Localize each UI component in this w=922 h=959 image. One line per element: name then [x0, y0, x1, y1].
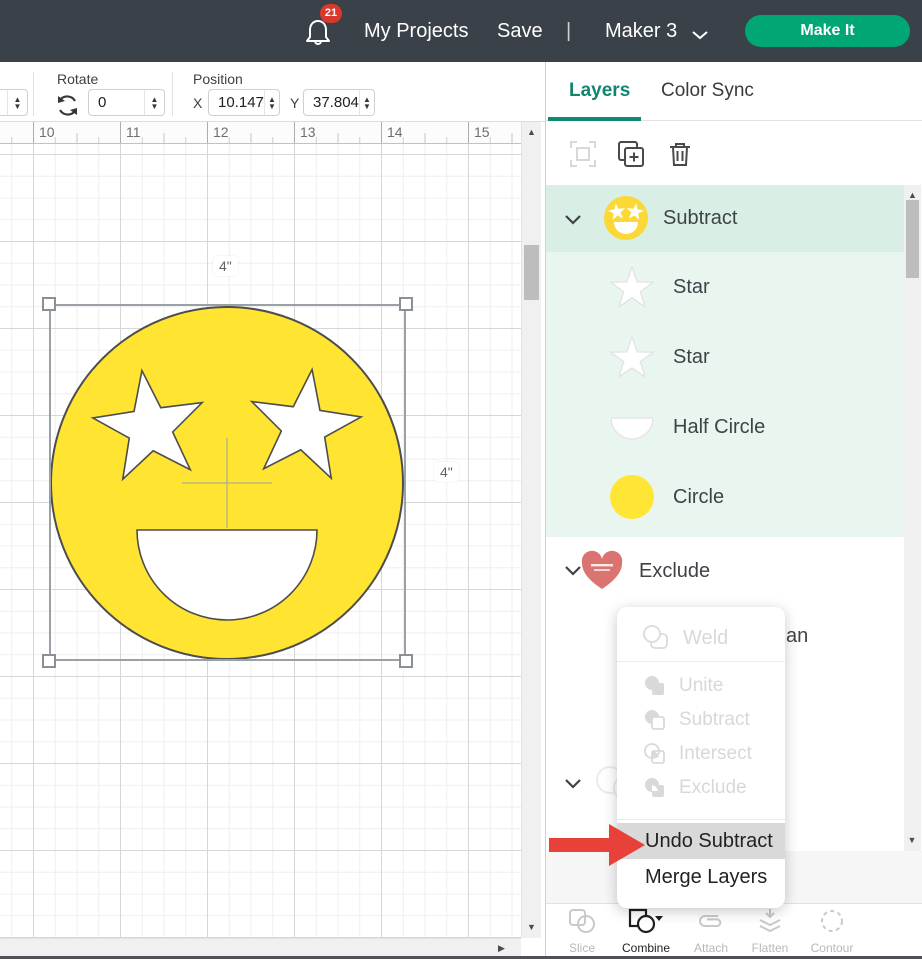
width-dimension-label: 4": [213, 256, 238, 276]
menu-item-subtract: Subtract: [617, 703, 785, 737]
nav-my-projects[interactable]: My Projects: [364, 0, 468, 62]
menu-divider: [617, 819, 785, 820]
attach-button[interactable]: Attach: [686, 908, 736, 955]
tab-layers[interactable]: Layers: [569, 80, 630, 102]
menu-item-exclude: Exclude: [617, 771, 785, 805]
scroll-right-arrow[interactable]: ▶: [498, 943, 505, 954]
menu-item-weld: Weld: [617, 615, 785, 661]
divider: [172, 72, 173, 116]
selection-handle-bottom-left[interactable]: [42, 654, 56, 668]
horizontal-ruler: 10 11 12 13 14 15: [0, 122, 521, 144]
subtract-children: Star Star Half Circle Circle: [546, 252, 904, 537]
menu-divider: [617, 661, 785, 662]
divider: [33, 72, 34, 116]
canvas-vertical-scrollbar[interactable]: ▲ ▼: [521, 122, 541, 938]
rotate-input[interactable]: 0 ▲▼: [88, 89, 165, 116]
selection-bounding-box[interactable]: [49, 304, 406, 661]
selection-handle-bottom-right[interactable]: [399, 654, 413, 668]
app-header: 21 My Projects Save | Maker 3 Make It: [0, 0, 922, 62]
position-y-input[interactable]: 37.804 ▲▼: [303, 89, 375, 116]
combine-dropdown-menu: Weld Unite Subtract Intersect Exclude Un…: [617, 607, 785, 908]
combine-button[interactable]: Combine: [618, 908, 674, 955]
rotate-icon[interactable]: [55, 93, 80, 123]
selection-handle-top-right[interactable]: [399, 297, 413, 311]
menu-item-intersect: Intersect: [617, 737, 785, 771]
partial-stepper-input[interactable]: ▲▼: [0, 89, 28, 116]
group-select-icon[interactable]: [569, 140, 597, 173]
layer-row-half-circle[interactable]: Half Circle: [546, 392, 904, 462]
menu-item-merge-layers[interactable]: Merge Layers: [617, 859, 785, 895]
stepper-arrows[interactable]: ▲▼: [359, 90, 374, 115]
design-canvas: 10 11 12 13 14 15 4" 4" ▲ ▼ ▶: [0, 122, 545, 956]
contour-button[interactable]: Contour: [804, 908, 860, 955]
slice-button[interactable]: Slice: [558, 908, 606, 955]
canvas-grid[interactable]: 4" 4": [0, 144, 521, 938]
panel-scrollbar[interactable]: ▲ ▼: [904, 185, 921, 851]
scroll-down-arrow[interactable]: ▼: [904, 835, 920, 845]
star-outline-icon: [609, 264, 655, 310]
chevron-down-icon[interactable]: [564, 776, 582, 794]
x-label: X: [193, 95, 202, 111]
active-tab-underline: [548, 117, 641, 121]
position-label: Position: [193, 71, 243, 87]
half-circle-outline-icon: [609, 414, 655, 442]
combine-toolbar: Slice Combine Attach Flatten Contour: [546, 903, 922, 956]
trash-icon[interactable]: [667, 140, 693, 173]
scroll-up-arrow[interactable]: ▲: [904, 185, 921, 200]
rotate-label: Rotate: [57, 71, 98, 87]
chevron-down-icon[interactable]: [564, 212, 582, 230]
panel-tabs: Layers Color Sync: [546, 62, 922, 121]
layer-row-partial-label[interactable]: an: [786, 625, 808, 648]
canvas-horizontal-scrollbar[interactable]: ▶: [0, 938, 521, 956]
menu-item-unite: Unite: [617, 669, 785, 703]
scrollbar-thumb[interactable]: [524, 245, 539, 300]
duplicate-icon[interactable]: [617, 140, 645, 173]
nav-save[interactable]: Save: [497, 0, 543, 62]
height-dimension-label: 4": [434, 462, 459, 482]
layer-group-subtract[interactable]: Subtract: [546, 185, 904, 252]
notification-badge: 21: [320, 4, 342, 23]
heart-icon: [579, 550, 625, 592]
layer-row-star-1[interactable]: Star: [546, 252, 904, 322]
layer-row-circle[interactable]: Circle: [546, 462, 904, 532]
yellow-circle-icon: [609, 474, 655, 520]
star-eyes-emoji-icon: [603, 195, 649, 241]
position-x-input[interactable]: 10.147 ▲▼: [208, 89, 280, 116]
layer-group-exclude[interactable]: Exclude: [546, 537, 904, 607]
stepper-arrows[interactable]: ▲▼: [7, 90, 27, 115]
make-it-button[interactable]: Make It: [745, 15, 910, 47]
flatten-button[interactable]: Flatten: [744, 908, 796, 955]
scroll-up-arrow[interactable]: ▲: [522, 122, 541, 137]
layer-row-star-2[interactable]: Star: [546, 322, 904, 392]
star-outline-icon: [609, 334, 655, 380]
stepper-arrows[interactable]: ▲▼: [264, 90, 279, 115]
y-label: Y: [290, 95, 299, 111]
nav-separator: |: [566, 0, 571, 62]
edit-toolbar: ▲▼ Rotate 0 ▲▼ Position X 10.147 ▲▼ Y 37…: [0, 62, 545, 122]
tab-color-sync[interactable]: Color Sync: [661, 80, 754, 102]
machine-select[interactable]: Maker 3: [605, 0, 677, 62]
chevron-down-icon[interactable]: [691, 27, 709, 45]
stepper-arrows[interactable]: ▲▼: [144, 90, 164, 115]
menu-item-undo-subtract[interactable]: Undo Subtract: [617, 823, 785, 859]
scrollbar-thumb[interactable]: [906, 200, 919, 278]
scroll-down-arrow[interactable]: ▼: [522, 922, 541, 932]
selection-handle-top-left[interactable]: [42, 297, 56, 311]
